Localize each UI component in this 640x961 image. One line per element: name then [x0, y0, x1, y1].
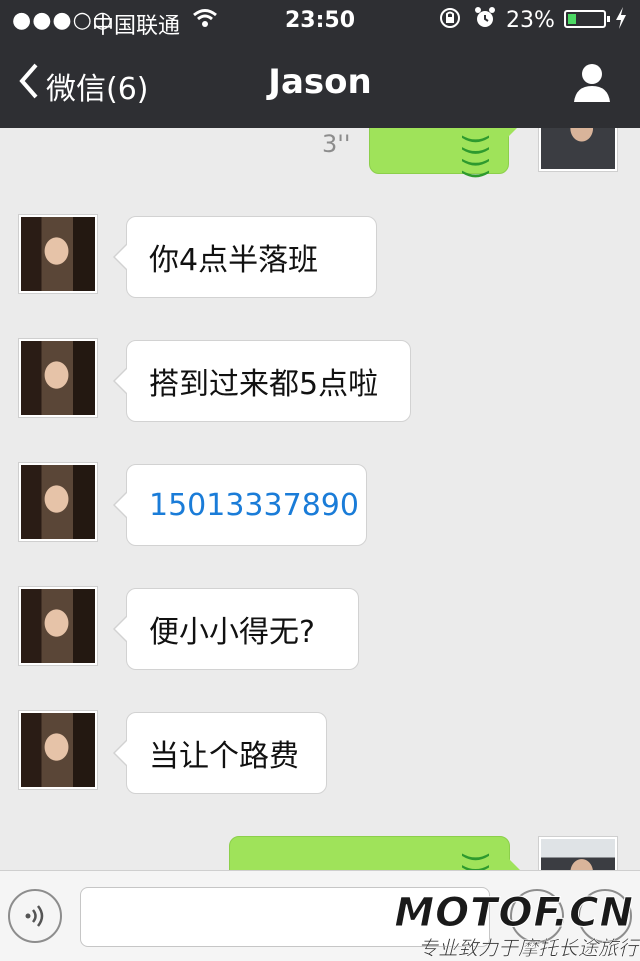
battery-percent: 23%: [506, 8, 555, 33]
voice-duration: 3'': [322, 130, 351, 158]
my-avatar[interactable]: [538, 128, 618, 172]
contact-avatar[interactable]: [18, 586, 98, 666]
message-text: 当让个路费: [149, 739, 299, 774]
voice-message-bubble[interactable]: )))): [369, 128, 521, 180]
message-input[interactable]: [80, 887, 490, 947]
message-text: 搭到过来都5点啦: [149, 367, 379, 402]
message-bubble[interactable]: 搭到过来都5点啦: [113, 340, 411, 422]
voice-input-icon[interactable]: [8, 889, 62, 943]
message-bubble[interactable]: 你4点半落班: [113, 216, 377, 298]
message-text: 你4点半落班: [149, 243, 319, 278]
chat-area[interactable]: 3'' )))) 你4点半落班 搭到过来都5点啦 15013337890 便小小…: [0, 128, 640, 870]
battery-icon: [564, 10, 610, 28]
charging-bolt-icon: [614, 6, 628, 35]
voice-message-bubble[interactable]: )))): [229, 836, 522, 870]
message-bubble[interactable]: 15013337890: [113, 464, 367, 546]
message-bubble[interactable]: 当让个路费: [113, 712, 327, 794]
contact-avatar[interactable]: [18, 462, 98, 542]
person-icon[interactable]: [572, 62, 612, 104]
chat-title: Jason: [268, 62, 372, 102]
my-avatar[interactable]: [538, 836, 618, 870]
plus-icon[interactable]: [578, 889, 632, 943]
alarm-icon: [474, 6, 496, 36]
input-bar: [0, 870, 640, 961]
voice-wave-icon: )))): [458, 851, 493, 870]
status-bar: ●●●○○ 中国联通 23:50 23%: [0, 0, 640, 40]
contact-avatar[interactable]: [18, 710, 98, 790]
contact-avatar[interactable]: [18, 214, 98, 294]
rotation-lock-icon: [438, 6, 462, 36]
message-text: 便小小得无?: [149, 615, 315, 650]
navigation-bar: 微信(6) Jason: [0, 40, 640, 128]
voice-wave-icon: )))): [457, 133, 493, 180]
emoji-icon[interactable]: [510, 889, 564, 943]
phone-number-link[interactable]: 15013337890: [149, 488, 359, 523]
message-bubble[interactable]: 便小小得无?: [113, 588, 359, 670]
contact-avatar[interactable]: [18, 338, 98, 418]
